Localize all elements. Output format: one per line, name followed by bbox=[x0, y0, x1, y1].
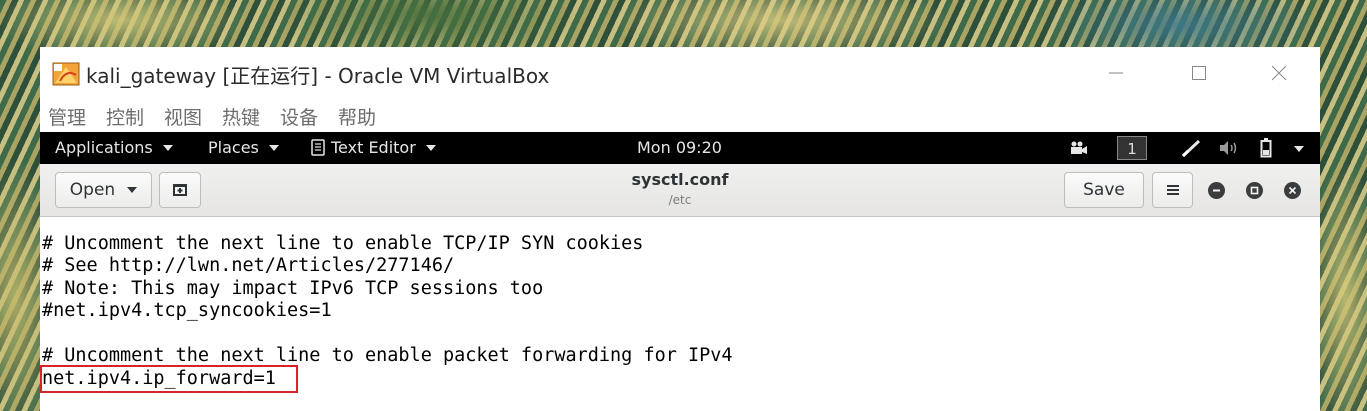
code-line: # Note: This may impact IPv6 TCP session… bbox=[42, 278, 544, 299]
hamburger-menu-icon bbox=[1166, 185, 1179, 195]
minimize-window-button[interactable] bbox=[1208, 182, 1225, 199]
text-editor-label: Text Editor bbox=[331, 138, 416, 157]
system-menu-chevron-icon[interactable] bbox=[1294, 146, 1304, 152]
menu-help[interactable]: 帮助 bbox=[338, 103, 376, 130]
network-icon[interactable] bbox=[1180, 138, 1202, 158]
save-button[interactable]: Save bbox=[1064, 172, 1144, 208]
clock[interactable]: Mon 09:20 bbox=[637, 138, 722, 157]
applications-menu[interactable]: Applications bbox=[55, 138, 173, 157]
code-line: #net.ipv4.tcp_syncookies=1 bbox=[42, 300, 332, 321]
text-editor-icon bbox=[311, 139, 325, 156]
code-line: # See http://lwn.net/Articles/277146/ bbox=[42, 255, 455, 276]
window-title: kali_gateway [正在运行] - Oracle VM VirtualB… bbox=[86, 64, 550, 88]
code-line: # Uncomment the next line to enable pack… bbox=[42, 345, 733, 366]
battery-icon[interactable] bbox=[1260, 138, 1272, 158]
virtualbox-window: kali_gateway [正在运行] - Oracle VM VirtualB… bbox=[40, 47, 1320, 411]
maximize-button[interactable] bbox=[1176, 57, 1222, 89]
close-icon bbox=[1288, 186, 1297, 195]
minimize-button[interactable] bbox=[1093, 57, 1139, 89]
places-label: Places bbox=[208, 138, 259, 157]
hamburger-menu-button[interactable] bbox=[1152, 172, 1193, 208]
menu-devices[interactable]: 设备 bbox=[280, 103, 318, 130]
menu-view[interactable]: 视图 bbox=[164, 103, 202, 130]
maximize-icon bbox=[1250, 186, 1259, 195]
menu-control[interactable]: 控制 bbox=[106, 103, 144, 130]
minimize-icon bbox=[1109, 72, 1123, 74]
menu-manage[interactable]: 管理 bbox=[48, 103, 86, 130]
menu-hotkeys[interactable]: 热键 bbox=[222, 103, 260, 130]
chevron-down-icon bbox=[268, 144, 279, 151]
workspace-indicator[interactable]: 1 bbox=[1117, 136, 1147, 160]
highlight-annotation-box bbox=[40, 365, 298, 393]
chevron-down-icon bbox=[162, 144, 173, 151]
window-titlebar[interactable]: kali_gateway [正在运行] - Oracle VM VirtualB… bbox=[40, 47, 1320, 99]
chevron-down-icon bbox=[425, 144, 436, 151]
video-camera-icon[interactable] bbox=[1068, 141, 1088, 155]
maximize-icon bbox=[1192, 66, 1206, 80]
places-menu[interactable]: Places bbox=[208, 138, 279, 157]
minimize-icon bbox=[1213, 189, 1220, 192]
text-editor-menu[interactable]: Text Editor bbox=[311, 138, 436, 157]
gedit-headerbar: Open sysctl.conf /etc Save bbox=[40, 164, 1320, 217]
text-editor-area[interactable]: # Uncomment the next line to enable TCP/… bbox=[40, 217, 1320, 411]
applications-label: Applications bbox=[55, 138, 153, 157]
volume-icon[interactable] bbox=[1218, 140, 1240, 156]
close-button[interactable] bbox=[1256, 57, 1302, 89]
maximize-window-button[interactable] bbox=[1246, 182, 1263, 199]
code-line: # Uncomment the next line to enable TCP/… bbox=[42, 233, 644, 254]
close-window-button[interactable] bbox=[1284, 182, 1301, 199]
virtualbox-app-icon bbox=[52, 62, 80, 86]
close-icon bbox=[1271, 65, 1287, 81]
gnome-top-bar: Applications Places Text Editor Mon 09:2… bbox=[40, 132, 1320, 164]
virtualbox-menubar: 管理 控制 视图 热键 设备 帮助 bbox=[40, 101, 1320, 131]
save-label: Save bbox=[1083, 180, 1125, 200]
